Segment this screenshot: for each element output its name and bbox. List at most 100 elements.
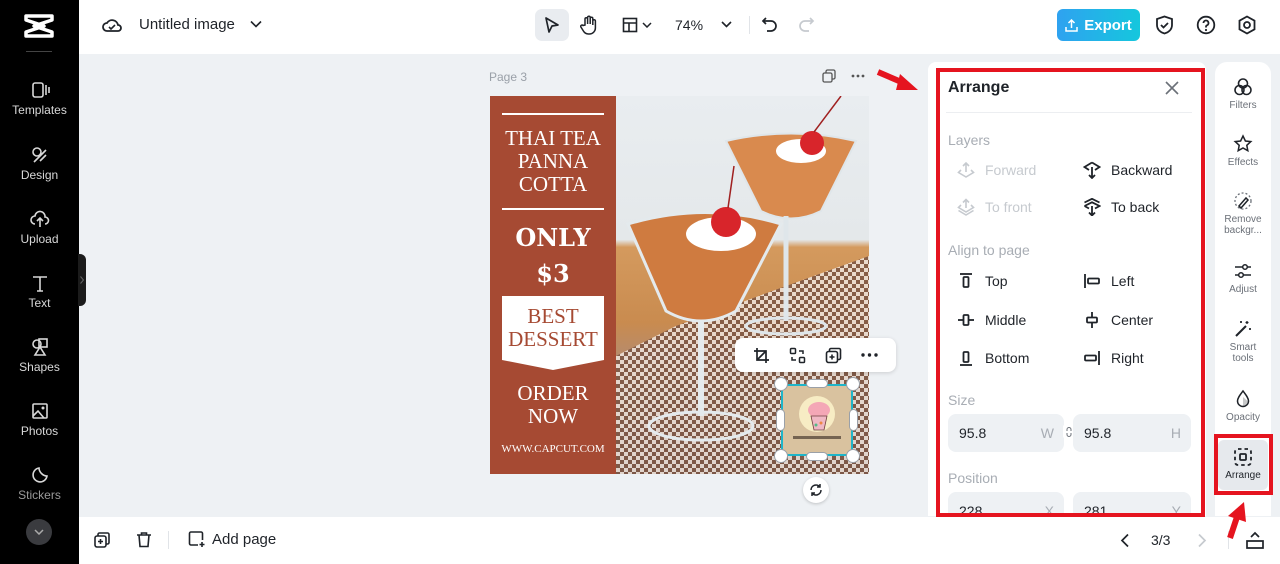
sidebar-item-label: Templates <box>12 103 67 117</box>
layout-icon <box>622 17 638 33</box>
website-url[interactable]: WWW.CAPCUT.COM <box>490 443 616 455</box>
previous-page-icon[interactable] <box>1120 533 1130 548</box>
rail-item-adjust[interactable]: Adjust <box>1215 261 1271 295</box>
resize-handle-tl[interactable] <box>774 377 788 391</box>
resize-handle-tr[interactable] <box>846 377 860 391</box>
resize-handle-right[interactable] <box>849 409 858 431</box>
annotation-highlight-box <box>936 68 1205 517</box>
sidebar-item-label: Text <box>28 296 51 310</box>
document-title[interactable]: Untitled image <box>139 16 235 33</box>
more-options-icon[interactable] <box>861 353 879 357</box>
banner-rule <box>502 208 604 210</box>
resize-handle-br[interactable] <box>846 449 860 463</box>
page-more-icon[interactable] <box>851 74 865 78</box>
kitty-boba-logo <box>793 396 841 439</box>
add-page-button[interactable]: Add page <box>188 530 276 548</box>
cloud-sync-icon[interactable] <box>101 15 123 35</box>
crop-icon[interactable] <box>753 347 770 364</box>
help-icon[interactable] <box>1196 15 1216 35</box>
templates-icon <box>31 82 50 98</box>
select-pointer-icon <box>545 17 559 33</box>
shield-check-icon[interactable] <box>1155 15 1174 35</box>
rail-item-label: Smart tools <box>1229 342 1257 364</box>
title-menu-chevron-icon[interactable] <box>250 20 262 28</box>
settings-icon[interactable] <box>1237 15 1257 35</box>
resize-handle-bottom[interactable] <box>806 452 828 461</box>
collapse-panel-handle[interactable] <box>78 254 86 306</box>
banner-title[interactable]: THAI TEA PANNA COTTA <box>490 127 616 196</box>
banner-rule <box>502 113 604 115</box>
rail-item-label: Effects <box>1227 157 1259 168</box>
remove-background-icon <box>1234 192 1252 210</box>
sidebar-item-label: Shapes <box>19 360 60 374</box>
stickers-icon <box>31 467 48 483</box>
redo-icon[interactable] <box>798 16 815 33</box>
photos-icon <box>31 403 48 419</box>
duplicate-page-icon[interactable] <box>94 532 110 548</box>
rail-item-label: Remove backgr... <box>1224 214 1262 236</box>
add-page-icon <box>188 531 205 547</box>
duplicate-page-icon[interactable] <box>822 69 836 83</box>
effects-icon <box>1233 134 1253 153</box>
chevron-down-icon <box>642 22 652 28</box>
resize-handle-bl[interactable] <box>774 449 788 463</box>
zoom-dropdown-chevron-icon[interactable] <box>721 21 732 28</box>
delete-page-icon[interactable] <box>136 531 152 548</box>
best-dessert-badge[interactable]: BEST DESSERT <box>502 305 604 351</box>
layout-dropdown-button[interactable] <box>616 9 658 41</box>
bottom-divider <box>168 531 169 549</box>
sidebar-item-stickers[interactable]: Stickers <box>0 465 79 502</box>
page-label: Page 3 <box>489 70 528 84</box>
export-upload-icon <box>1065 18 1078 32</box>
sidebar-item-templates[interactable]: Templates <box>0 80 79 117</box>
sidebar-item-text[interactable]: Text <box>0 273 79 310</box>
rotate-icon <box>810 484 822 496</box>
sidebar-item-label: Design <box>20 168 59 182</box>
sticker-caption-placeholder <box>793 436 841 439</box>
opacity-drop-icon <box>1236 389 1250 408</box>
annotation-arrow-icon <box>1227 502 1246 539</box>
selected-sticker[interactable] <box>781 384 853 456</box>
cta-line: ORDER <box>517 381 589 405</box>
badge-line: BEST <box>527 304 579 328</box>
upload-cloud-icon <box>29 210 49 227</box>
next-page-icon[interactable] <box>1197 533 1207 548</box>
duplicate-element-icon[interactable] <box>825 347 842 364</box>
page-counter: 3/3 <box>1151 532 1171 548</box>
adjust-sliders-icon <box>1235 263 1251 279</box>
export-button[interactable]: Export <box>1057 9 1140 41</box>
rail-item-opacity[interactable]: Opacity <box>1215 389 1271 423</box>
zoom-level[interactable]: 74% <box>675 17 703 33</box>
sidebar-item-label: Upload <box>20 232 59 246</box>
text-icon <box>32 276 47 292</box>
rail-item-smart-tools[interactable]: Smart tools <box>1215 319 1271 364</box>
resize-handle-top[interactable] <box>806 379 828 388</box>
rail-item-label: Opacity <box>1226 412 1260 423</box>
rail-item-effects[interactable]: Effects <box>1215 134 1271 168</box>
hand-tool-button[interactable] <box>575 9 603 41</box>
select-tool-button[interactable] <box>535 9 569 41</box>
capcut-logo-icon[interactable] <box>22 12 56 40</box>
sidebar-item-design[interactable]: Design <box>0 145 79 182</box>
design-icon <box>31 147 47 163</box>
sidebar-item-shapes[interactable]: Shapes <box>0 337 79 374</box>
rotate-handle[interactable] <box>803 477 829 503</box>
cta-line: NOW <box>527 404 579 428</box>
chevron-right-icon <box>80 276 84 284</box>
promo-banner[interactable]: THAI TEA PANNA COTTA ONLY $3 BEST DESSER… <box>490 96 616 474</box>
sidebar-item-photos[interactable]: Photos <box>0 401 79 438</box>
order-now-text[interactable]: ORDER NOW <box>490 382 616 428</box>
banner-price[interactable]: ONLY $3 <box>490 220 616 292</box>
price-value: $3 <box>536 259 570 288</box>
replace-icon[interactable] <box>789 347 806 364</box>
shapes-icon <box>31 338 48 356</box>
price-line: ONLY <box>515 223 591 252</box>
resize-handle-left[interactable] <box>776 409 785 431</box>
rail-item-label: Adjust <box>1229 284 1257 295</box>
rail-item-remove-background[interactable]: Remove backgr... <box>1215 191 1271 236</box>
undo-icon[interactable] <box>761 16 778 33</box>
sidebar-item-upload[interactable]: Upload <box>0 209 79 246</box>
rail-item-filters[interactable]: Filters <box>1215 77 1271 111</box>
sidebar-item-label: Photos <box>20 424 59 438</box>
more-tools-button[interactable] <box>26 519 52 545</box>
